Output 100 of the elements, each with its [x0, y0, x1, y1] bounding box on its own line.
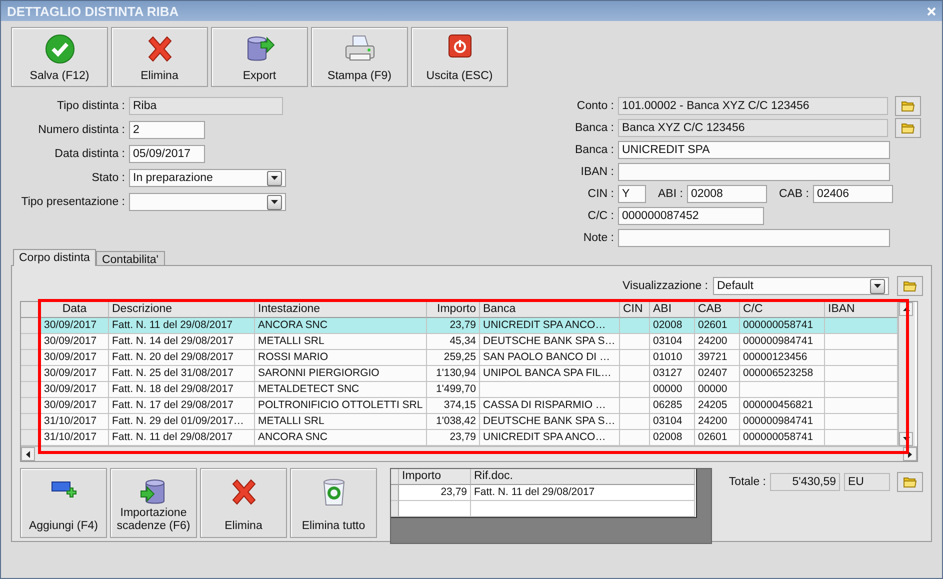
table-cell: 30/09/2017 — [41, 366, 109, 382]
folder-icon — [903, 476, 917, 488]
column-header[interactable]: Descrizione — [109, 302, 255, 318]
input-field[interactable]: 02406 — [812, 185, 893, 203]
field-label: Banca : — [574, 144, 614, 156]
total-label: Totale : — [728, 476, 766, 488]
table-cell: 01010 — [650, 350, 695, 366]
table-cell: ANCORA SNC — [255, 318, 427, 334]
input-field: 101.00002 - Banca XYZ C/C 123456 — [618, 97, 888, 115]
input-field[interactable]: Y — [618, 185, 646, 203]
toolbar-button[interactable]: Stampa (F9) — [311, 27, 408, 87]
column-header[interactable]: Data — [41, 302, 109, 318]
field-label: Banca : — [574, 122, 614, 134]
folder-button[interactable] — [895, 96, 921, 116]
field-label: Note : — [582, 232, 614, 244]
table-cell: 24200 — [695, 334, 740, 350]
dropdown-field[interactable]: In preparazione — [129, 169, 286, 187]
column-header[interactable]: Importo — [399, 469, 471, 485]
table-cell: 30/09/2017 — [41, 334, 109, 350]
table-cell: Fatt. N. 11 del 29/08/2017 — [109, 430, 255, 446]
column-header[interactable]: C/C — [740, 302, 825, 318]
field-label: CIN : — [586, 188, 614, 200]
column-header[interactable]: IBAN — [825, 302, 898, 318]
toolbar-button[interactable]: Elimina — [111, 27, 208, 87]
scroll-left-icon[interactable] — [21, 447, 35, 461]
close-icon[interactable] — [927, 6, 936, 16]
toolbar-button[interactable]: Uscita (ESC) — [411, 27, 508, 87]
column-header[interactable]: ABI — [650, 302, 695, 318]
table-cell: 30/09/2017 — [41, 382, 109, 398]
table-cell: DEUTSCHE BANK SPA S… — [480, 334, 620, 350]
table-cell: 45,34 — [427, 334, 480, 350]
column-header[interactable]: Banca — [480, 302, 620, 318]
table-cell: 24200 — [695, 414, 740, 430]
table-cell: CASSA DI RISPARMIO … — [480, 398, 620, 414]
field-label: CAB : — [778, 188, 809, 200]
power-icon — [448, 34, 472, 58]
column-header[interactable]: Rif.doc. — [471, 469, 695, 485]
table-cell: 30/09/2017 — [41, 350, 109, 366]
table-cell: 000000984741 — [740, 414, 825, 430]
folder-button[interactable] — [895, 118, 921, 138]
table-cell — [620, 350, 650, 366]
folder-button[interactable] — [897, 472, 923, 492]
tab[interactable]: Contabilita' — [96, 251, 165, 265]
field-label: Stato : — [90, 172, 125, 184]
action-button[interactable]: Importazione scadenze (F6) — [110, 468, 197, 538]
table-cell: 03104 — [650, 414, 695, 430]
action-button[interactable]: Elimina — [200, 468, 287, 538]
column-header[interactable]: Importo — [427, 302, 480, 318]
toolbar-button[interactable]: Salva (F12) — [11, 27, 108, 87]
table-cell: UNICREDIT SPA ANCO… — [480, 318, 620, 334]
table-cell: Fatt. N. 18 del 29/08/2017 — [109, 382, 255, 398]
table-cell: Fatt. N. 25 del 31/08/2017 — [109, 366, 255, 382]
table-cell: ROSSI MARIO — [255, 350, 427, 366]
field-label: Tipo distinta : — [56, 100, 125, 112]
table-cell: 02008 — [650, 318, 695, 334]
field-label: Conto : — [576, 100, 614, 112]
table-cell: 374,15 — [427, 398, 480, 414]
dropdown-field[interactable] — [129, 193, 286, 211]
table-cell: 24205 — [695, 398, 740, 414]
toolbar-button[interactable]: Export — [211, 27, 308, 87]
input-field[interactable]: 2 — [129, 121, 205, 139]
view-dropdown[interactable]: Default — [713, 277, 889, 295]
recycle-bin-icon — [320, 477, 346, 507]
field-label: Tipo presentazione : — [20, 196, 125, 208]
table-cell: 000000984741 — [740, 334, 825, 350]
checkmark-icon — [44, 34, 74, 64]
table-cell: 23,79 — [399, 485, 471, 501]
table-cell: 06285 — [650, 398, 695, 414]
table-cell: 000000058741 — [740, 430, 825, 446]
total-field: 5'430,59 — [770, 473, 840, 491]
table-cell: Fatt. N. 20 del 29/08/2017 — [109, 350, 255, 366]
input-field[interactable]: 05/09/2017 — [129, 145, 205, 163]
table-cell: 31/10/2017 — [41, 414, 109, 430]
table-cell: ANCORA SNC — [255, 430, 427, 446]
column-header[interactable]: CIN — [620, 302, 650, 318]
table-cell: Fatt. N. 11 del 29/08/2017 — [471, 485, 695, 501]
input-field: Banca XYZ C/C 123456 — [618, 119, 888, 137]
table-cell: 30/09/2017 — [41, 398, 109, 414]
column-header[interactable]: CAB — [695, 302, 740, 318]
view-label: Visualizzazione : — [622, 280, 708, 292]
input-field[interactable] — [618, 163, 890, 181]
table-cell: DEUTSCHE BANK SPA S… — [480, 414, 620, 430]
table-cell: 1'038,42 — [427, 414, 480, 430]
action-button[interactable]: Aggiungi (F4) — [20, 468, 107, 538]
input-field[interactable]: 02008 — [686, 185, 767, 203]
currency-field: EU — [844, 473, 890, 491]
action-button[interactable]: Elimina tutto — [290, 468, 377, 538]
table-cell: 259,25 — [427, 350, 480, 366]
input-field[interactable]: 000000087452 — [618, 207, 764, 225]
folder-icon — [903, 280, 917, 292]
tab[interactable]: Corpo distinta — [13, 249, 96, 266]
input-field[interactable] — [618, 229, 890, 247]
input-field[interactable]: UNICREDIT SPA — [618, 141, 890, 159]
table-cell: 02601 — [695, 430, 740, 446]
table-cell: UNIPOL BANCA SPA FIL… — [480, 366, 620, 382]
field-label: IBAN : — [580, 166, 614, 178]
folder-button[interactable] — [897, 276, 923, 296]
column-header[interactable]: Intestazione — [255, 302, 427, 318]
table-cell: 23,79 — [427, 430, 480, 446]
table-cell: UNICREDIT SPA ANCO… — [480, 430, 620, 446]
